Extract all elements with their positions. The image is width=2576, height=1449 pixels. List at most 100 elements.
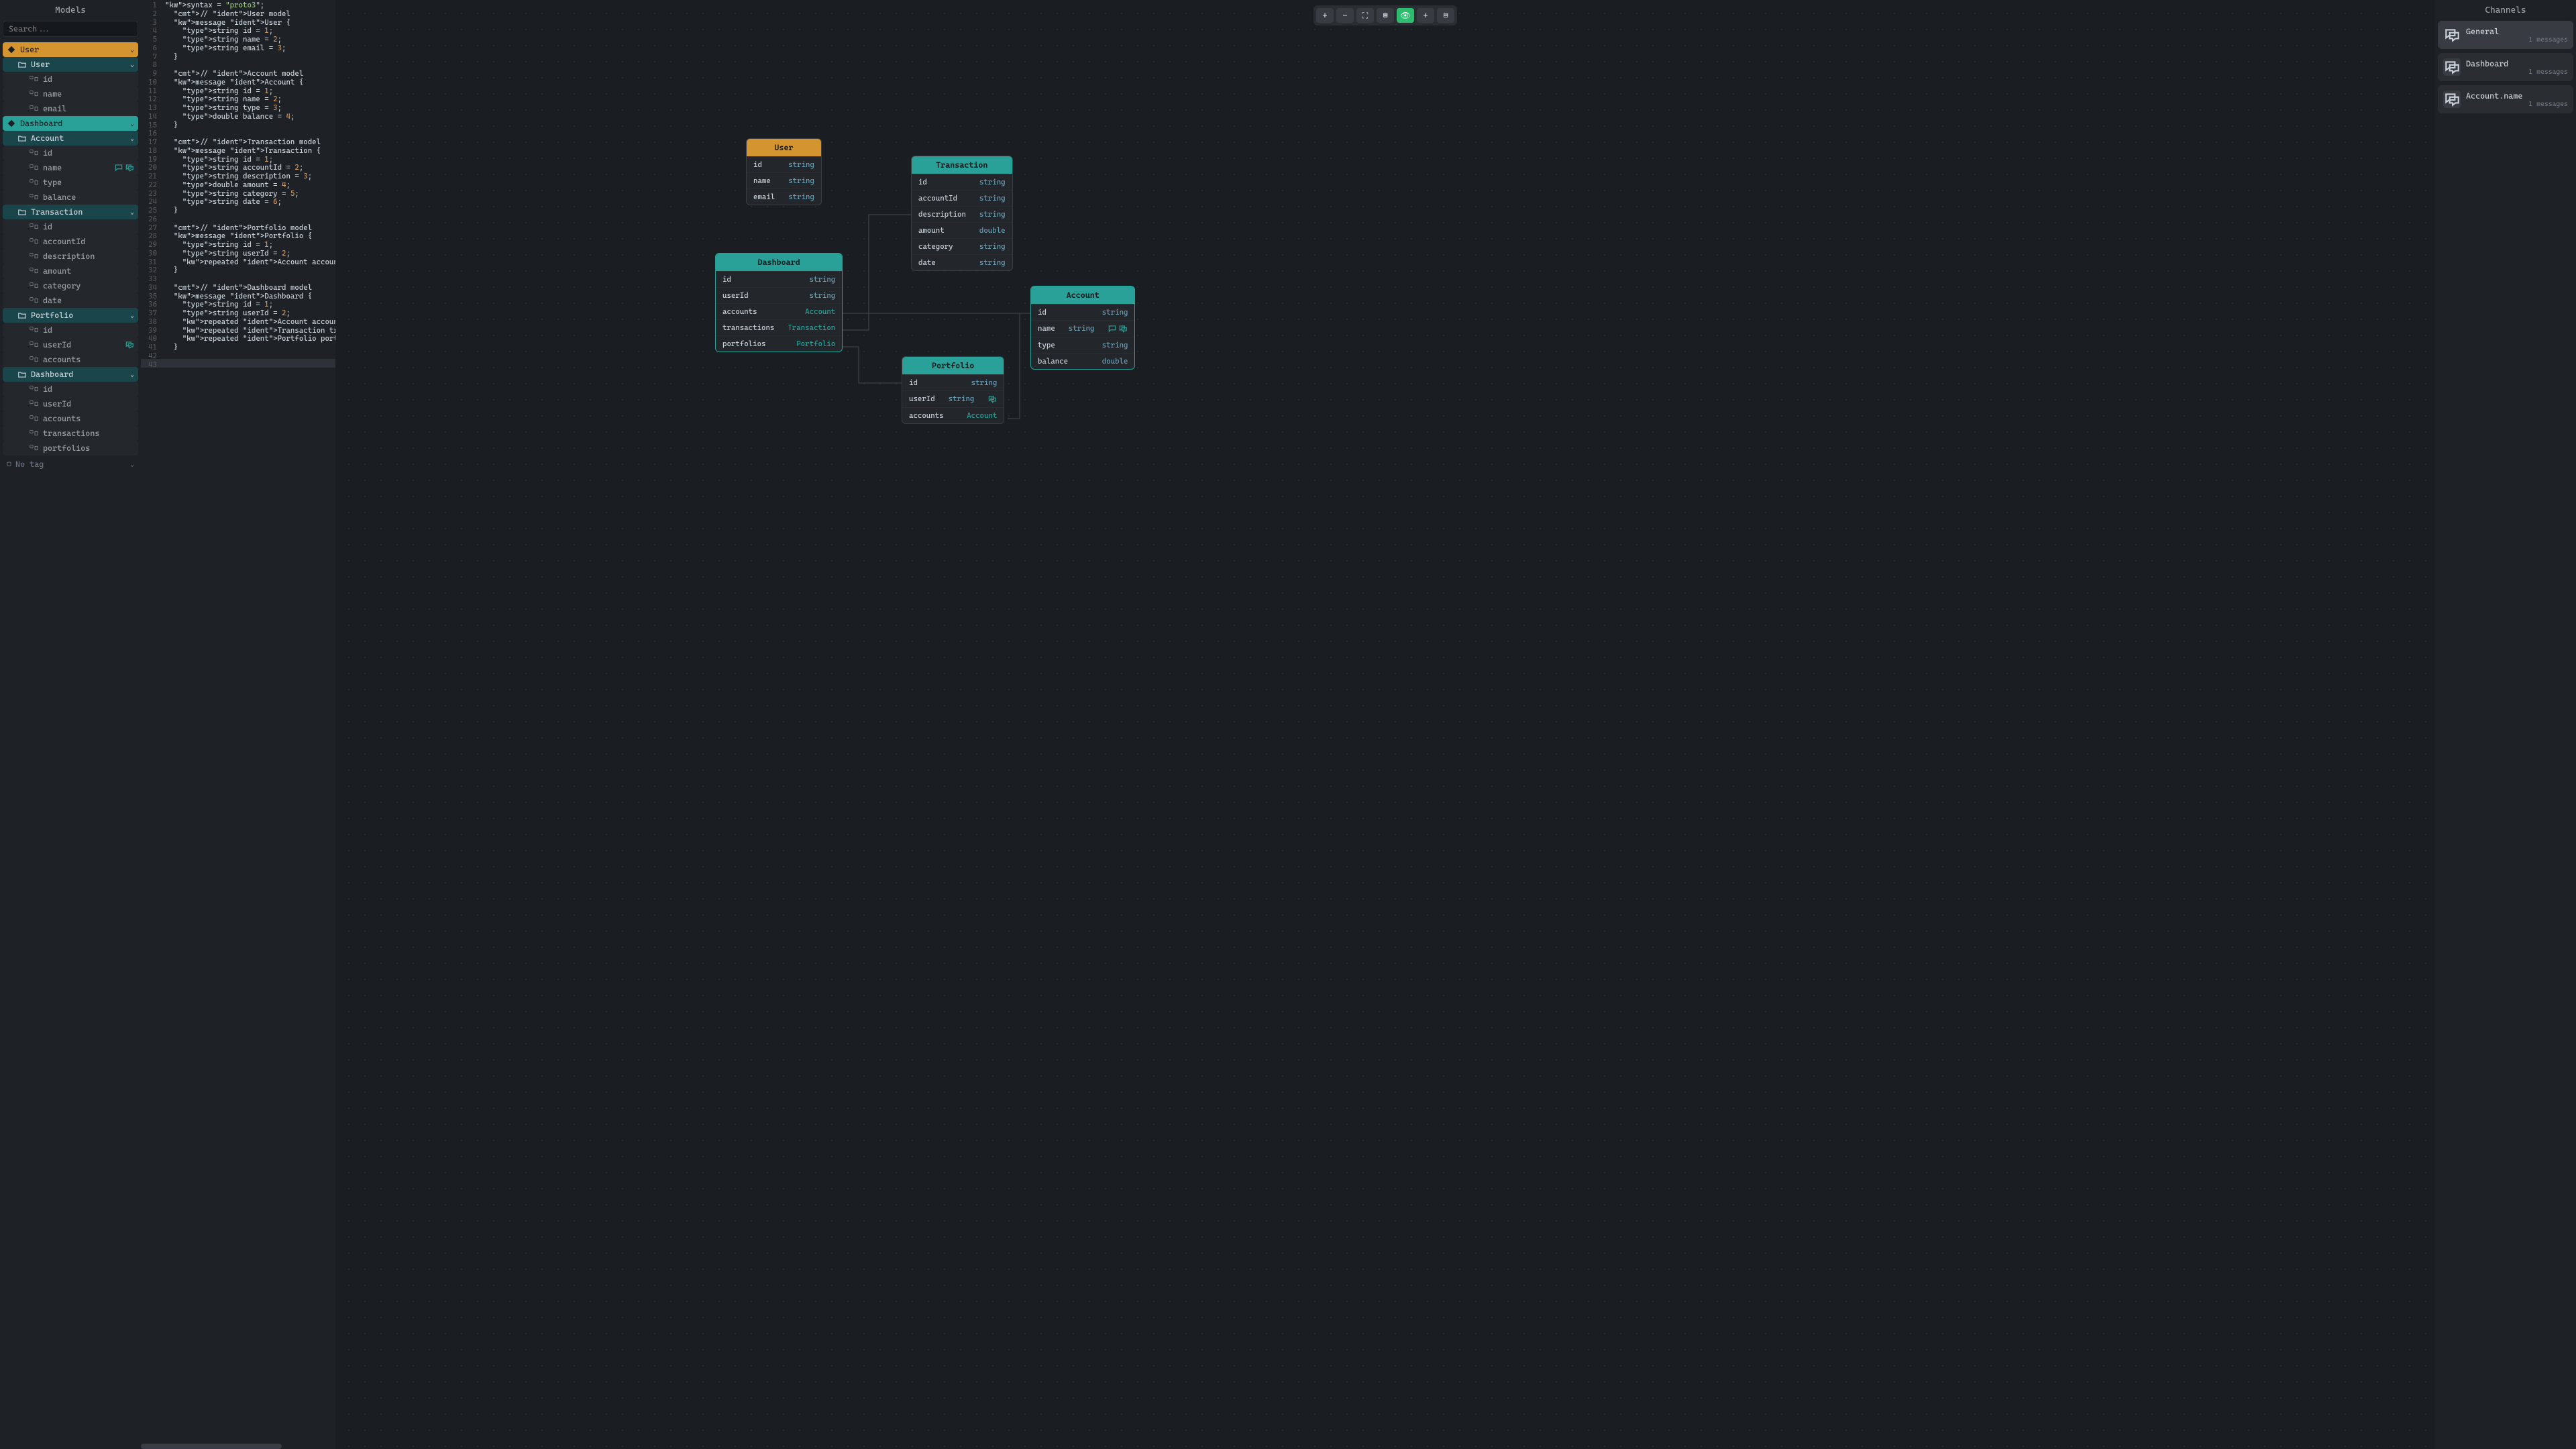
field-row[interactable]: accountsAccount: [902, 407, 1004, 423]
entity-transaction[interactable]: TransactionidstringaccountIdstringdescri…: [911, 156, 1013, 271]
field-id[interactable]: id: [3, 382, 138, 396]
square-icon: ▢: [7, 460, 11, 469]
file-icon: [30, 414, 39, 423]
field-row[interactable]: accountIdstring: [912, 190, 1012, 206]
entity-header[interactable]: Dashboard: [716, 254, 842, 271]
field-row[interactable]: idstring: [912, 174, 1012, 190]
chat-icon: [2443, 26, 2461, 44]
entity-dashboard[interactable]: DashboardidstringuserIdstringaccountsAcc…: [715, 253, 843, 352]
chevron-down-icon: ⌄: [130, 120, 134, 127]
entity-header[interactable]: Portfolio: [902, 357, 1004, 374]
field-row[interactable]: transactionsTransaction: [716, 319, 842, 335]
folder-icon: [17, 60, 27, 69]
field-portfolios[interactable]: portfolios: [3, 441, 138, 455]
field-accounts[interactable]: accounts: [3, 352, 138, 367]
models-sidebar: Models User⌄User⌄idnameemailDashboard⌄Ac…: [0, 0, 141, 1449]
file-icon: [30, 384, 39, 394]
channel-general[interactable]: General1 messages: [2438, 21, 2573, 49]
search-input[interactable]: [3, 21, 138, 37]
add-button[interactable]: +: [1417, 8, 1434, 23]
field-id[interactable]: id: [3, 72, 138, 87]
field-row[interactable]: categorystring: [912, 238, 1012, 254]
folder-icon: [17, 311, 27, 320]
channel-account-name[interactable]: Account.name1 messages: [2438, 85, 2573, 113]
field-date[interactable]: date: [3, 293, 138, 308]
field-name[interactable]: name: [3, 160, 138, 175]
field-row[interactable]: emailstring: [747, 189, 821, 205]
zoom-out-button[interactable]: −: [1336, 8, 1354, 23]
field-email[interactable]: email: [3, 101, 138, 116]
fit-button[interactable]: ⛶: [1356, 8, 1374, 23]
code-content[interactable]: "kw">syntax = "proto3"; "cmt">// "ident"…: [165, 1, 335, 352]
field-row[interactable]: datestring: [912, 254, 1012, 270]
diagram-canvas[interactable]: +−⛶▦👁+▤ Useridstringnamestringemailstrin…: [335, 0, 2435, 1449]
horizontal-scrollbar[interactable]: [141, 1444, 282, 1449]
chevron-down-icon: ⌄: [130, 371, 134, 378]
file-icon: [30, 89, 39, 99]
file-icon: [30, 193, 39, 202]
thread-icon: [125, 340, 134, 350]
chevron-down-icon: ⌄: [130, 209, 134, 216]
thread-icon: [987, 394, 997, 404]
channel-dashboard[interactable]: Dashboard1 messages: [2438, 53, 2573, 81]
field-row[interactable]: typestring: [1031, 337, 1134, 353]
model-user[interactable]: User⌄: [3, 57, 138, 72]
field-category[interactable]: category: [3, 278, 138, 293]
field-row[interactable]: namestring: [1031, 320, 1134, 337]
field-row[interactable]: idstring: [747, 156, 821, 172]
field-description[interactable]: description: [3, 249, 138, 264]
model-dashboard[interactable]: Dashboard⌄: [3, 367, 138, 382]
field-row[interactable]: userIdstring: [902, 390, 1004, 407]
code-editor[interactable]: 1 2 3 4 5 6 7 8 9 10 11 12 13 14 15 16 1…: [141, 0, 335, 1449]
file-icon: [30, 443, 39, 453]
model-portfolio[interactable]: Portfolio⌄: [3, 308, 138, 323]
zoom-in-button[interactable]: +: [1316, 8, 1334, 23]
models-title: Models: [3, 3, 138, 21]
file-icon: [30, 325, 39, 335]
field-amount[interactable]: amount: [3, 264, 138, 278]
field-row[interactable]: userIdstring: [716, 287, 842, 303]
visibility-button[interactable]: 👁: [1397, 8, 1414, 23]
field-row[interactable]: idstring: [716, 271, 842, 287]
field-row[interactable]: namestring: [747, 172, 821, 189]
field-id[interactable]: id: [3, 219, 138, 234]
field-row[interactable]: portfoliosPortfolio: [716, 335, 842, 352]
field-balance[interactable]: balance: [3, 190, 138, 205]
field-row[interactable]: idstring: [902, 374, 1004, 390]
entity-user[interactable]: Useridstringnamestringemailstring: [746, 138, 822, 205]
chevron-down-icon: ⌄: [130, 135, 134, 142]
save-button[interactable]: ▤: [1437, 8, 1454, 23]
field-accounts[interactable]: accounts: [3, 411, 138, 426]
entity-portfolio[interactable]: PortfolioidstringuserIdstringaccountsAcc…: [902, 356, 1004, 424]
field-userId[interactable]: userId: [3, 337, 138, 352]
folder-icon: [17, 133, 27, 143]
thread-icon: [125, 163, 134, 172]
field-row[interactable]: accountsAccount: [716, 303, 842, 319]
file-icon: [30, 340, 39, 350]
field-id[interactable]: id: [3, 146, 138, 160]
tag-user[interactable]: User⌄: [3, 42, 138, 57]
field-name[interactable]: name: [3, 87, 138, 101]
model-transaction[interactable]: Transaction⌄: [3, 205, 138, 219]
entity-header[interactable]: User: [747, 139, 821, 156]
file-icon: [30, 252, 39, 261]
tag-icon: [7, 119, 16, 128]
field-row[interactable]: idstring: [1031, 304, 1134, 320]
field-type[interactable]: type: [3, 175, 138, 190]
no-tag-section[interactable]: ▢ No tag ⌄: [3, 455, 138, 473]
tag-dashboard[interactable]: Dashboard⌄: [3, 116, 138, 131]
field-accountId[interactable]: accountId: [3, 234, 138, 249]
field-userId[interactable]: userId: [3, 396, 138, 411]
field-row[interactable]: descriptionstring: [912, 206, 1012, 222]
model-account[interactable]: Account⌄: [3, 131, 138, 146]
layout-button[interactable]: ▦: [1377, 8, 1394, 23]
entity-header[interactable]: Transaction: [912, 156, 1012, 174]
field-row[interactable]: amountdouble: [912, 222, 1012, 238]
field-id[interactable]: id: [3, 323, 138, 337]
chat-icon: [2443, 91, 2461, 108]
field-row[interactable]: balancedouble: [1031, 353, 1134, 369]
folder-icon: [17, 370, 27, 379]
entity-header[interactable]: Account: [1031, 286, 1134, 304]
entity-account[interactable]: Accountidstringnamestringtypestringbalan…: [1030, 286, 1135, 370]
field-transactions[interactable]: transactions: [3, 426, 138, 441]
